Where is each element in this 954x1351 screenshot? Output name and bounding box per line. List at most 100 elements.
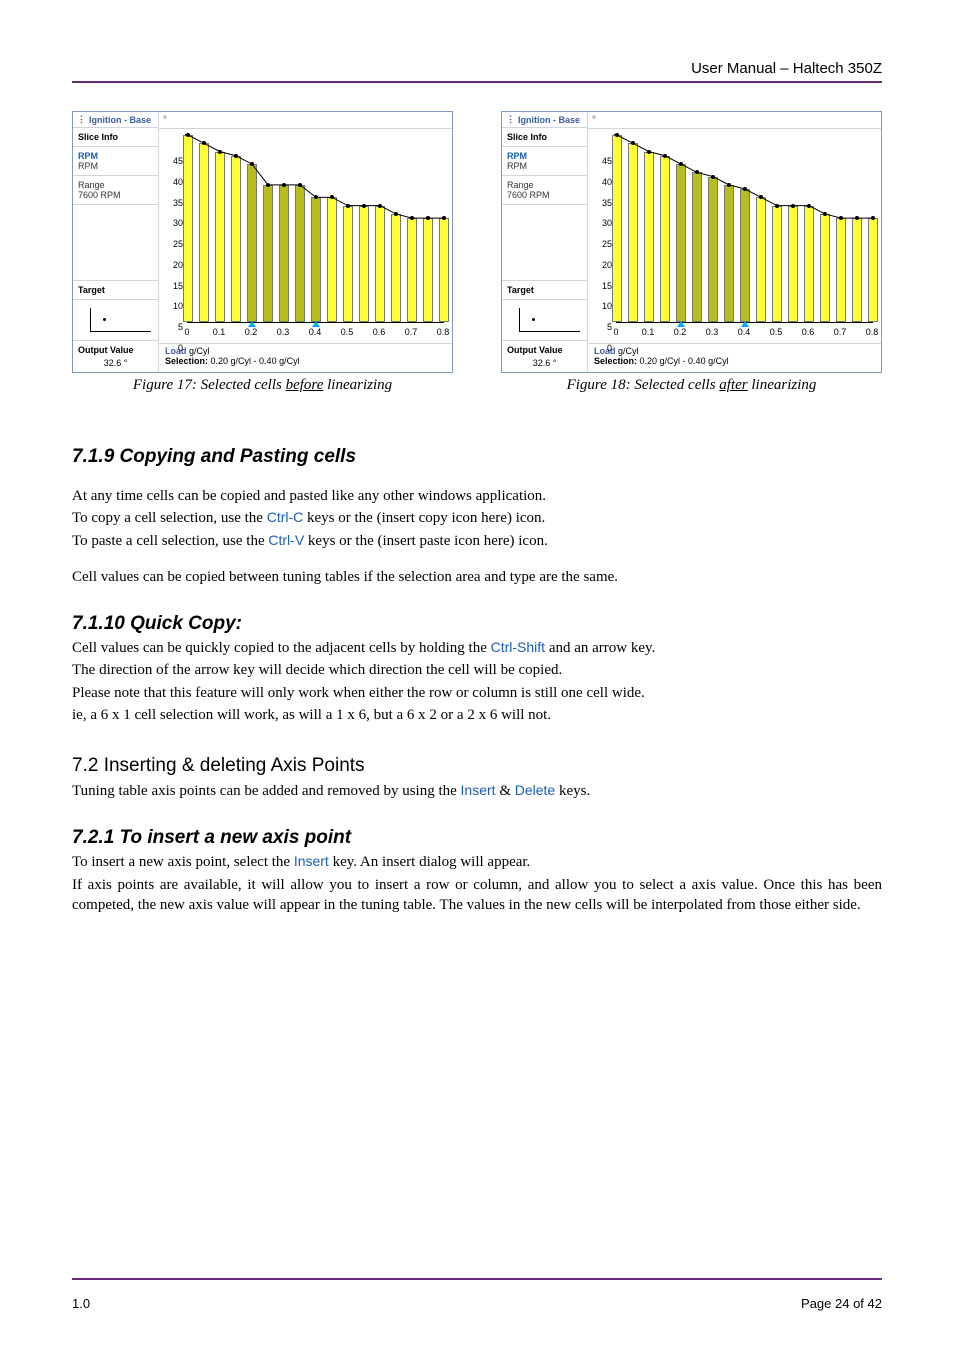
y-tick-label: 5	[165, 322, 183, 332]
x-tick-label: 0.6	[373, 327, 386, 337]
body-text: At any time cells can be copied and past…	[72, 486, 882, 506]
y-tick-label: 25	[594, 239, 612, 249]
body-text: Please note that this feature will only …	[72, 683, 882, 703]
legend-load: Load g/Cyl	[165, 346, 446, 356]
grip-icon: ⋮	[77, 114, 86, 125]
grip-icon: ⋮	[506, 114, 515, 125]
target-label: Target	[78, 285, 153, 295]
x-tick-label: 0.8	[866, 327, 879, 337]
legend-selection: Selection: 0.20 g/Cyl - 0.40 g/Cyl	[165, 356, 446, 366]
chart-sidebar: ⋮ Ignition - Base Slice Info RPM RPM Ran…	[73, 112, 159, 372]
y-tick-label: 35	[594, 198, 612, 208]
y-tick-label: 0	[165, 343, 183, 353]
body-text: ie, a 6 x 1 cell selection will work, as…	[72, 705, 882, 725]
sidebar-spacer	[73, 205, 158, 281]
header-rule	[72, 81, 882, 83]
key-insert: Insert	[294, 853, 329, 869]
chart-sidebar: ⋮ Ignition - Base Slice Info RPM RPM Ran…	[502, 112, 588, 372]
rpm-sub: RPM	[507, 161, 582, 171]
x-tick-label: 0.1	[642, 327, 655, 337]
rpm-label: RPM	[507, 151, 582, 161]
figure-17-caption: Figure 17: Selected cells before lineari…	[72, 377, 453, 394]
target-miniplot	[78, 304, 153, 336]
x-tick-label: 0.2	[674, 327, 687, 337]
output-label: Output Value	[507, 345, 582, 355]
y-tick-label: 10	[165, 301, 183, 311]
body-text: If axis points are available, it will al…	[72, 875, 882, 916]
heading-7-2: 7.2 Inserting & deleting Axis Points	[72, 755, 882, 777]
footer-version: 1.0	[72, 1296, 90, 1311]
x-tick-label: 0.4	[309, 327, 322, 337]
plot-frame	[616, 135, 873, 323]
output-value: 32.6 °	[507, 355, 582, 368]
range-value: 7600 RPM	[78, 190, 153, 200]
y-tick-label: 25	[165, 239, 183, 249]
y-tick-label: 0	[594, 343, 612, 353]
body-text: To insert a new axis point, select the I…	[72, 852, 882, 872]
window-title-text: Ignition - Base	[518, 115, 580, 125]
miniplot-point	[103, 318, 106, 321]
x-tick-label: 0.7	[405, 327, 418, 337]
body-text: To paste a cell selection, use the Ctrl-…	[72, 531, 882, 551]
x-tick-label: 0.8	[437, 327, 450, 337]
target-miniplot	[507, 304, 582, 336]
figures-row: ⋮ Ignition - Base Slice Info RPM RPM Ran…	[72, 111, 882, 394]
rpm-box: RPM RPM	[73, 147, 158, 176]
legend-selection: Selection: 0.20 g/Cyl - 0.40 g/Cyl	[594, 356, 875, 366]
y-tick-label: 35	[165, 198, 183, 208]
x-tick-label: 0.5	[341, 327, 354, 337]
window-title: ⋮ Ignition - Base	[502, 112, 587, 128]
chart-tab-strip: °	[588, 112, 881, 129]
figure-18: ⋮ Ignition - Base Slice Info RPM RPM Ran…	[501, 111, 882, 394]
y-tick-label: 45	[165, 156, 183, 166]
rpm-sub: RPM	[78, 161, 153, 171]
x-tick-label: 0.6	[802, 327, 815, 337]
slice-info-label: Slice Info	[78, 132, 153, 142]
body-text: The direction of the arrow key will deci…	[72, 660, 882, 680]
miniplot-axes	[90, 308, 151, 332]
chart-tab-strip: °	[159, 112, 452, 129]
rpm-label: RPM	[78, 151, 153, 161]
figure-18-caption: Figure 18: Selected cells after lineariz…	[501, 377, 882, 394]
x-tick-label: 0.1	[213, 327, 226, 337]
y-tick-label: 30	[165, 218, 183, 228]
miniplot-point	[532, 318, 535, 321]
key-ctrl-v: Ctrl-V	[268, 532, 304, 548]
x-tick-label: 0.2	[245, 327, 258, 337]
slice-info-box: Slice Info	[73, 128, 158, 147]
chart-window: ⋮ Ignition - Base Slice Info RPM RPM Ran…	[72, 111, 453, 373]
body-text: Cell values can be quickly copied to the…	[72, 638, 882, 658]
legend-load: Load g/Cyl	[594, 346, 875, 356]
x-tick-label: 0.7	[834, 327, 847, 337]
heading-7-1-9: 7.1.9 Copying and Pasting cells	[72, 446, 882, 468]
heading-7-1-10: 7.1.10 Quick Copy:	[72, 613, 882, 635]
footer-rule	[72, 1278, 882, 1280]
target-label: Target	[507, 285, 582, 295]
x-tick-label: 0.5	[770, 327, 783, 337]
window-title-text: Ignition - Base	[89, 115, 151, 125]
y-tick-label: 20	[594, 260, 612, 270]
body-text: Cell values can be copied between tuning…	[72, 567, 882, 587]
output-label: Output Value	[78, 345, 153, 355]
x-tick-label: 0.4	[738, 327, 751, 337]
y-tick-label: 40	[594, 177, 612, 187]
key-ctrl-shift: Ctrl-Shift	[491, 639, 545, 655]
y-tick-label: 30	[594, 218, 612, 228]
window-title: ⋮ Ignition - Base	[73, 112, 158, 128]
target-plot-box	[73, 300, 158, 341]
y-tick-label: 40	[165, 177, 183, 187]
x-tick-label: 0	[613, 327, 618, 337]
y-tick-label: 45	[594, 156, 612, 166]
x-tick-label: 0.3	[277, 327, 290, 337]
x-tick-label: 0	[184, 327, 189, 337]
body-text: Tuning table axis points can be added an…	[72, 781, 882, 801]
range-box: Range 7600 RPM	[73, 176, 158, 205]
target-box: Target	[73, 281, 158, 300]
slice-info-label: Slice Info	[507, 132, 582, 142]
heading-7-2-1: 7.2.1 To insert a new axis point	[72, 827, 882, 849]
chart-legend: Load g/Cyl Selection: 0.20 g/Cyl - 0.40 …	[159, 343, 452, 372]
y-tick-label: 10	[594, 301, 612, 311]
plot-area: 05101520253035404500.10.20.30.40.50.60.7…	[159, 129, 452, 343]
output-box: Output Value 32.6 °	[73, 341, 158, 372]
page-footer: 1.0 Page 24 of 42	[72, 1278, 882, 1311]
